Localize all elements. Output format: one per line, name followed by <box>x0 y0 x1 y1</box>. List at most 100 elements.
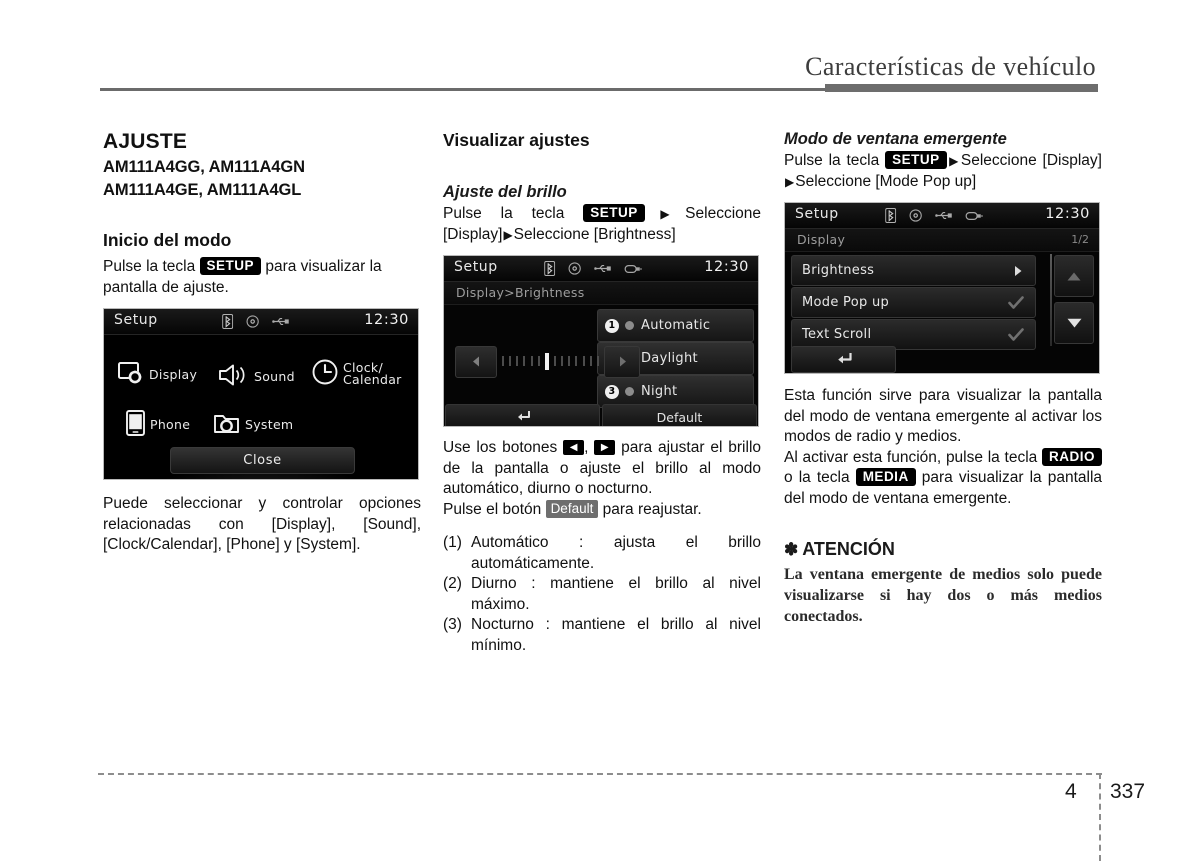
device-screen-display-list: Setup 12:30 Display 1/2 Brightness Mode … <box>784 202 1100 374</box>
scroll-up-icon <box>1066 267 1082 286</box>
folder-gear-icon <box>214 412 240 437</box>
device-title: Setup <box>454 259 498 275</box>
breadcrumb-text: Display>Brightness <box>456 285 585 300</box>
list-row-brightness[interactable]: Brightness <box>791 255 1036 286</box>
default-text-b: para reajustar. <box>602 500 702 518</box>
brightness-bottom-bar: Default <box>444 404 758 426</box>
path-text-end: Seleccione [Mode Pop up] <box>795 172 977 190</box>
brightness-increase-button[interactable] <box>604 346 640 378</box>
scroll-down-icon <box>1066 314 1083 333</box>
device-status-icons <box>222 314 289 329</box>
attention-body-text: La ventana emergente de medios solo pued… <box>784 566 1102 625</box>
subsection-inicio-del-modo: Inicio del modo <box>103 230 232 250</box>
page-indicator: 1/2 <box>1071 233 1089 246</box>
device-title: Setup <box>795 206 839 222</box>
display-settings-list: Brightness Mode Pop up Text Scroll <box>785 252 1099 373</box>
device-clock: 12:30 <box>704 259 749 275</box>
scroll-up-button[interactable] <box>1054 255 1094 297</box>
brightness-panel: 1 Automatic 2 Daylight 3 Night <box>444 305 758 426</box>
arrow-right-icon <box>1012 265 1024 277</box>
menu-item-display[interactable]: Display <box>118 361 197 388</box>
triangle-right-icon: ▶ <box>645 207 685 221</box>
disc-icon <box>246 315 259 328</box>
radio-dot-icon <box>625 321 634 330</box>
device-title: Setup <box>114 312 158 328</box>
header-rule-thick <box>825 84 1098 92</box>
brightness-slider[interactable] <box>502 351 599 371</box>
list-item-number: (1) <box>443 534 462 551</box>
subsection-visualizar-ajustes: Visualizar ajustes <box>443 130 590 150</box>
setup-keycap: SETUP <box>583 204 645 222</box>
scroll-down-button[interactable] <box>1054 302 1094 344</box>
device-breadcrumb-bar: Display>Brightness <box>444 282 758 305</box>
radio-keycap: RADIO <box>1042 447 1102 466</box>
slider-tick <box>502 356 504 366</box>
option-label-daylight: Daylight <box>641 351 698 366</box>
check-icon <box>1008 295 1024 310</box>
scrollbar-track[interactable] <box>1050 254 1052 346</box>
clock-icon <box>312 359 338 388</box>
asterisk-icon: ✽ <box>784 540 799 559</box>
list-item-number: (3) <box>443 616 462 633</box>
aux-icon <box>624 264 642 274</box>
model-codes-line-2: AM111A4GE, AM111A4GL <box>103 181 302 199</box>
row-label-mode-pop-up: Mode Pop up <box>802 295 890 310</box>
menu-label-clock-calendar: Clock/ Calendar <box>343 359 402 387</box>
path-text-end: Seleccione [Brightness] <box>513 225 676 243</box>
brightness-mode-list: (1) Automático : ajusta el brillo automát… <box>443 533 761 656</box>
close-button[interactable]: Close <box>170 447 355 474</box>
arrow-right-keycap: ▶ <box>594 440 616 456</box>
brightness-decrease-button[interactable] <box>455 346 497 378</box>
media-keycap: MEDIA <box>855 468 916 486</box>
path-text-pre: Pulse la tecla <box>784 152 880 169</box>
menu-label-sound: Sound <box>254 369 295 384</box>
phone-icon <box>126 410 145 439</box>
row-label-brightness: Brightness <box>802 263 875 278</box>
list-item-text: Automático : ajusta el brillo automática… <box>471 534 761 572</box>
caption-paragraph-col1: Puede seleccionar y controlar opciones r… <box>103 495 421 553</box>
slider-tick <box>516 356 519 366</box>
path-text-pre: Pulse la tecla <box>443 205 565 222</box>
heading-ajuste-del-brillo: Ajuste del brillo <box>443 183 567 201</box>
slider-tick <box>509 356 512 366</box>
device-clock: 12:30 <box>1045 206 1090 222</box>
menu-item-phone[interactable]: Phone <box>126 410 190 439</box>
back-button[interactable] <box>445 404 600 426</box>
speaker-icon <box>218 364 249 389</box>
model-codes-line-1: AM111A4GG, AM111A4GN <box>103 158 305 176</box>
slider-tick <box>553 356 556 366</box>
usb-icon <box>272 316 289 327</box>
brightness-instructions-paragraph: Use los botones ◀, ▶ para ajustar el bri… <box>443 438 761 500</box>
path-paragraph-popup: Pulse la tecla SETUP ▶Seleccione [Display… <box>784 151 1102 192</box>
back-button[interactable] <box>791 346 896 373</box>
list-row-mode-pop-up[interactable]: Mode Pop up <box>791 287 1036 318</box>
setup-keycap: SETUP <box>885 151 947 169</box>
triangle-right-icon: ▶ <box>785 174 795 189</box>
option-automatic[interactable]: 1 Automatic <box>597 309 754 342</box>
menu-item-clock-calendar[interactable]: Clock/ Calendar <box>312 359 402 388</box>
menu-label-display: Display <box>149 367 198 382</box>
usb-icon <box>594 263 611 274</box>
menu-item-system[interactable]: System <box>214 412 293 437</box>
header-rule-thin <box>100 88 827 91</box>
activation-text-a: Al activar esta función, pulse la tecla <box>784 448 1038 466</box>
slider-tick <box>530 356 533 366</box>
slider-tick <box>589 356 592 366</box>
setup-keycap: SETUP <box>199 257 262 275</box>
back-icon <box>834 350 853 369</box>
slider-tick <box>568 356 571 366</box>
column-middle: Visualizar ajustes Ajuste del brillo Pul… <box>443 130 761 656</box>
radio-dot-icon <box>625 387 634 396</box>
list-item-text: Diurno : mantiene el brillo al nivel máx… <box>471 575 761 613</box>
device-status-bar: Setup 12:30 <box>444 256 758 282</box>
arrow-left-keycap: ◀ <box>563 440 585 456</box>
default-button[interactable]: Default <box>602 404 757 426</box>
slider-tick-active <box>544 352 549 370</box>
device-menu-grid: Display Sound Clock/ Calendar Phone Syst… <box>104 335 418 479</box>
arrow-right-icon <box>616 353 629 372</box>
device-clock: 12:30 <box>364 312 409 328</box>
disc-icon <box>568 262 581 275</box>
arrow-left-icon <box>470 353 483 372</box>
triangle-right-icon: ▶ <box>503 227 513 242</box>
menu-item-sound[interactable]: Sound <box>218 364 295 389</box>
